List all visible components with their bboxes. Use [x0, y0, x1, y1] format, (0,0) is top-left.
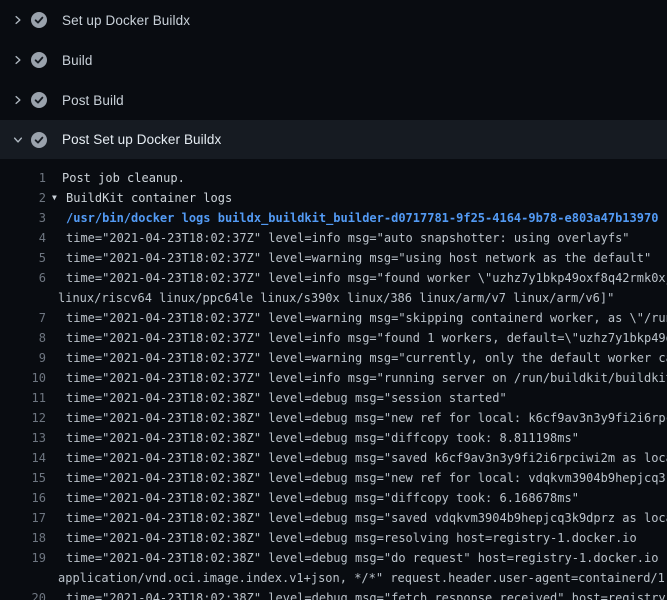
- log-line-number[interactable]: 7: [0, 311, 46, 325]
- step-build[interactable]: Build: [0, 40, 667, 80]
- chevron-right-icon: [10, 12, 26, 28]
- log-line-number[interactable]: 11: [0, 391, 46, 405]
- log-line-number[interactable]: 20: [0, 591, 46, 600]
- log-line-number[interactable]: 13: [0, 431, 46, 445]
- log-line-number[interactable]: 12: [0, 411, 46, 425]
- log-line-number[interactable]: 1: [0, 171, 46, 185]
- log-line-text: /usr/bin/docker logs buildx_buildkit_bui…: [66, 211, 658, 225]
- log-line-text: time="2021-04-23T18:02:38Z" level=debug …: [66, 411, 667, 425]
- log-line: 14 ▼ time="2021-04-23T18:02:38Z" level=d…: [0, 448, 667, 468]
- log-line-text: time="2021-04-23T18:02:37Z" level=warnin…: [66, 311, 667, 325]
- check-circle-icon: [31, 52, 47, 68]
- check-circle-icon: [31, 132, 47, 148]
- check-circle-icon: [31, 12, 47, 28]
- log-line-number[interactable]: 14: [0, 451, 46, 465]
- log-line-number[interactable]: 8: [0, 331, 46, 345]
- step-set-up-docker-buildx[interactable]: Set up Docker Buildx: [0, 0, 667, 40]
- chevron-right-icon: [10, 52, 26, 68]
- log-group-caret-icon[interactable]: ▼: [52, 193, 62, 202]
- log-line-text: time="2021-04-23T18:02:37Z" level=info m…: [66, 371, 667, 385]
- log-line: 4 ▼ time="2021-04-23T18:02:37Z" level=in…: [0, 228, 667, 248]
- log-line-number[interactable]: 15: [0, 471, 46, 485]
- log-line-text: time="2021-04-23T18:02:38Z" level=debug …: [66, 451, 667, 465]
- log-line: 3 ▼ /usr/bin/docker logs buildx_buildkit…: [0, 208, 667, 228]
- log-line-number[interactable]: 4: [0, 231, 46, 245]
- step-post-build[interactable]: Post Build: [0, 80, 667, 120]
- log-line: 12 ▼ time="2021-04-23T18:02:38Z" level=d…: [0, 408, 667, 428]
- log-line-text: time="2021-04-23T18:02:37Z" level=warnin…: [66, 251, 651, 265]
- log-line: ▼ application/vnd.oci.image.index.v1+jso…: [0, 568, 667, 588]
- log-line-text: time="2021-04-23T18:02:38Z" level=debug …: [66, 551, 667, 565]
- log-line-text: time="2021-04-23T18:02:38Z" level=debug …: [66, 431, 579, 445]
- log-line-number[interactable]: 17: [0, 511, 46, 525]
- log-line: 5 ▼ time="2021-04-23T18:02:37Z" level=wa…: [0, 248, 667, 268]
- log-panel: 1 ▼ Post job cleanup. 2 ▼ BuildKit conta…: [0, 159, 667, 600]
- log-line: ▼ linux/riscv64 linux/ppc64le linux/s390…: [0, 288, 667, 308]
- chevron-down-icon: [10, 132, 26, 148]
- log-line-text: time="2021-04-23T18:02:37Z" level=info m…: [66, 331, 667, 345]
- log-line-number[interactable]: 10: [0, 371, 46, 385]
- log-line: 1 ▼ Post job cleanup.: [0, 168, 667, 188]
- log-line-number[interactable]: 2: [0, 191, 46, 205]
- log-line-number[interactable]: 16: [0, 491, 46, 505]
- log-line-number[interactable]: 9: [0, 351, 46, 365]
- log-line-text: time="2021-04-23T18:02:38Z" level=debug …: [66, 531, 637, 545]
- log-line: 8 ▼ time="2021-04-23T18:02:37Z" level=in…: [0, 328, 667, 348]
- log-line: 9 ▼ time="2021-04-23T18:02:37Z" level=wa…: [0, 348, 667, 368]
- step-title: Set up Docker Buildx: [62, 13, 190, 28]
- log-line: 11 ▼ time="2021-04-23T18:02:38Z" level=d…: [0, 388, 667, 408]
- log-line: 7 ▼ time="2021-04-23T18:02:37Z" level=wa…: [0, 308, 667, 328]
- log-line-text: linux/riscv64 linux/ppc64le linux/s390x …: [58, 291, 614, 305]
- chevron-right-icon: [10, 92, 26, 108]
- step-title: Post Build: [62, 93, 124, 108]
- log-line-text: time="2021-04-23T18:02:37Z" level=info m…: [66, 231, 630, 245]
- log-line-text: time="2021-04-23T18:02:38Z" level=debug …: [66, 391, 507, 405]
- log-line-text: application/vnd.oci.image.index.v1+json,…: [58, 571, 667, 585]
- step-post-set-up-docker-buildx[interactable]: Post Set up Docker Buildx: [0, 120, 667, 159]
- log-line: 16 ▼ time="2021-04-23T18:02:38Z" level=d…: [0, 488, 667, 508]
- log-line-text: time="2021-04-23T18:02:37Z" level=info m…: [66, 271, 667, 285]
- log-line: 18 ▼ time="2021-04-23T18:02:38Z" level=d…: [0, 528, 667, 548]
- log-line-number[interactable]: 18: [0, 531, 46, 545]
- log-line: 13 ▼ time="2021-04-23T18:02:38Z" level=d…: [0, 428, 667, 448]
- log-line: 2 ▼ BuildKit container logs: [0, 188, 667, 208]
- log-line-number[interactable]: 19: [0, 551, 46, 565]
- log-line: 20 ▼ time="2021-04-23T18:02:38Z" level=d…: [0, 588, 667, 600]
- check-circle-icon: [31, 92, 47, 108]
- log-line-text: time="2021-04-23T18:02:37Z" level=warnin…: [66, 351, 667, 365]
- log-line-text: time="2021-04-23T18:02:38Z" level=debug …: [66, 591, 667, 600]
- log-line: 15 ▼ time="2021-04-23T18:02:38Z" level=d…: [0, 468, 667, 488]
- log-line-text: time="2021-04-23T18:02:38Z" level=debug …: [66, 511, 667, 525]
- step-list: Set up Docker Buildx Build P: [0, 0, 667, 159]
- log-line-text: Post job cleanup.: [62, 171, 185, 185]
- log-line-number[interactable]: 5: [0, 251, 46, 265]
- log-line-number[interactable]: 6: [0, 271, 46, 285]
- log-line-text: time="2021-04-23T18:02:38Z" level=debug …: [66, 471, 667, 485]
- log-line: 6 ▼ time="2021-04-23T18:02:37Z" level=in…: [0, 268, 667, 288]
- log-line-text: time="2021-04-23T18:02:38Z" level=debug …: [66, 491, 579, 505]
- log-line: 17 ▼ time="2021-04-23T18:02:38Z" level=d…: [0, 508, 667, 528]
- step-title: Post Set up Docker Buildx: [62, 132, 221, 147]
- log-line-number[interactable]: 3: [0, 211, 46, 225]
- log-line: 19 ▼ time="2021-04-23T18:02:38Z" level=d…: [0, 548, 667, 568]
- log-line: 10 ▼ time="2021-04-23T18:02:37Z" level=i…: [0, 368, 667, 388]
- log-line-text: BuildKit container logs: [66, 191, 232, 205]
- step-title: Build: [62, 53, 93, 68]
- actions-log-viewer: Set up Docker Buildx Build P: [0, 0, 667, 600]
